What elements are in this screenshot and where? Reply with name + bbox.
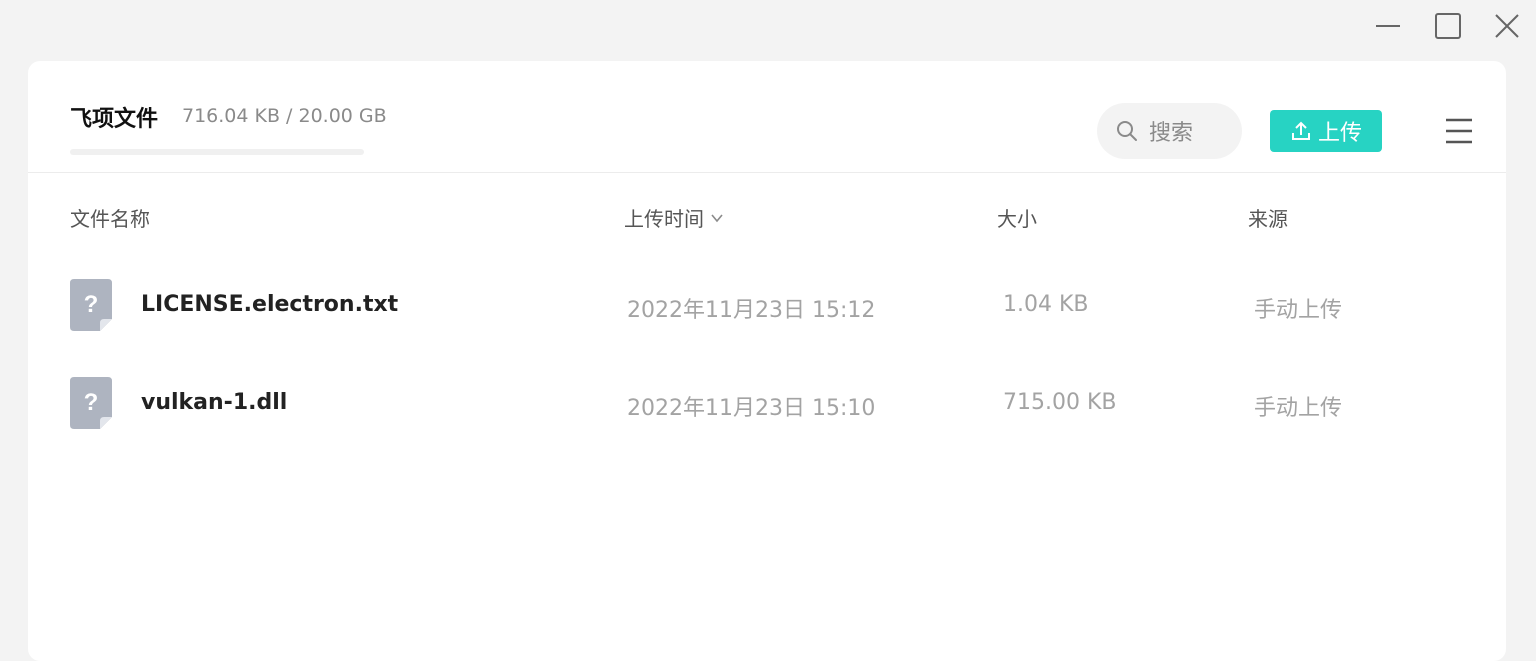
- upload-time: 2022年11月23日 15:12: [627, 298, 876, 323]
- menu-button[interactable]: [1442, 115, 1476, 147]
- close-button[interactable]: [1487, 8, 1527, 44]
- upload-icon: [1290, 120, 1312, 142]
- maximize-button[interactable]: [1428, 8, 1468, 44]
- file-name[interactable]: LICENSE.electron.txt: [141, 292, 398, 317]
- column-header-size-label: 大小: [997, 207, 1037, 231]
- file-size: 1.04 KB: [1003, 292, 1089, 317]
- column-header-name[interactable]: 文件名称: [70, 203, 150, 232]
- file-size: 715.00 KB: [1003, 390, 1117, 415]
- hamburger-menu-icon: [1446, 118, 1472, 144]
- column-header-source-label: 来源: [1248, 207, 1288, 231]
- maximize-icon: [1435, 13, 1461, 39]
- column-header-name-label: 文件名称: [70, 207, 150, 231]
- title-bar: [0, 0, 1536, 56]
- svg-text:?: ?: [84, 291, 99, 318]
- search-icon: [1115, 119, 1139, 143]
- unknown-file-icon: ?: [70, 377, 112, 429]
- upload-time: 2022年11月23日 15:10: [627, 396, 876, 421]
- upload-button[interactable]: 上传: [1270, 110, 1382, 152]
- upload-label: 上传: [1317, 121, 1362, 146]
- file-name[interactable]: vulkan-1.dll: [141, 390, 287, 415]
- column-header-upload-time-label: 上传时间: [624, 207, 704, 231]
- search-placeholder: 搜索: [1149, 121, 1194, 146]
- table-row[interactable]: ? LICENSE.electron.txt 2022年11月23日 15:12…: [28, 276, 1506, 336]
- table-row[interactable]: ? vulkan-1.dll 2022年11月23日 15:10 715.00 …: [28, 374, 1506, 434]
- search-box[interactable]: 搜索: [1097, 103, 1242, 159]
- svg-text:?: ?: [84, 389, 99, 416]
- unknown-file-icon: ?: [70, 279, 112, 331]
- column-header-upload-time[interactable]: 上传时间: [624, 203, 724, 232]
- column-header-size[interactable]: 大小: [997, 203, 1037, 232]
- storage-usage-bar: [70, 149, 364, 155]
- column-header-source[interactable]: 来源: [1248, 203, 1288, 232]
- storage-usage-text: 716.04 KB / 20.00 GB: [182, 105, 387, 127]
- panel-header: 飞项文件 716.04 KB / 20.00 GB 搜索 上传: [28, 61, 1506, 173]
- minimize-button[interactable]: [1368, 8, 1408, 44]
- file-source: 手动上传: [1254, 298, 1343, 323]
- sort-chevron-down-icon: [710, 211, 724, 225]
- file-panel: 飞项文件 716.04 KB / 20.00 GB 搜索 上传 文件名称 上传时…: [28, 61, 1506, 661]
- close-icon: [1495, 14, 1519, 38]
- file-source: 手动上传: [1254, 396, 1343, 421]
- minimize-icon: [1376, 25, 1400, 27]
- app-title: 飞项文件: [70, 107, 159, 132]
